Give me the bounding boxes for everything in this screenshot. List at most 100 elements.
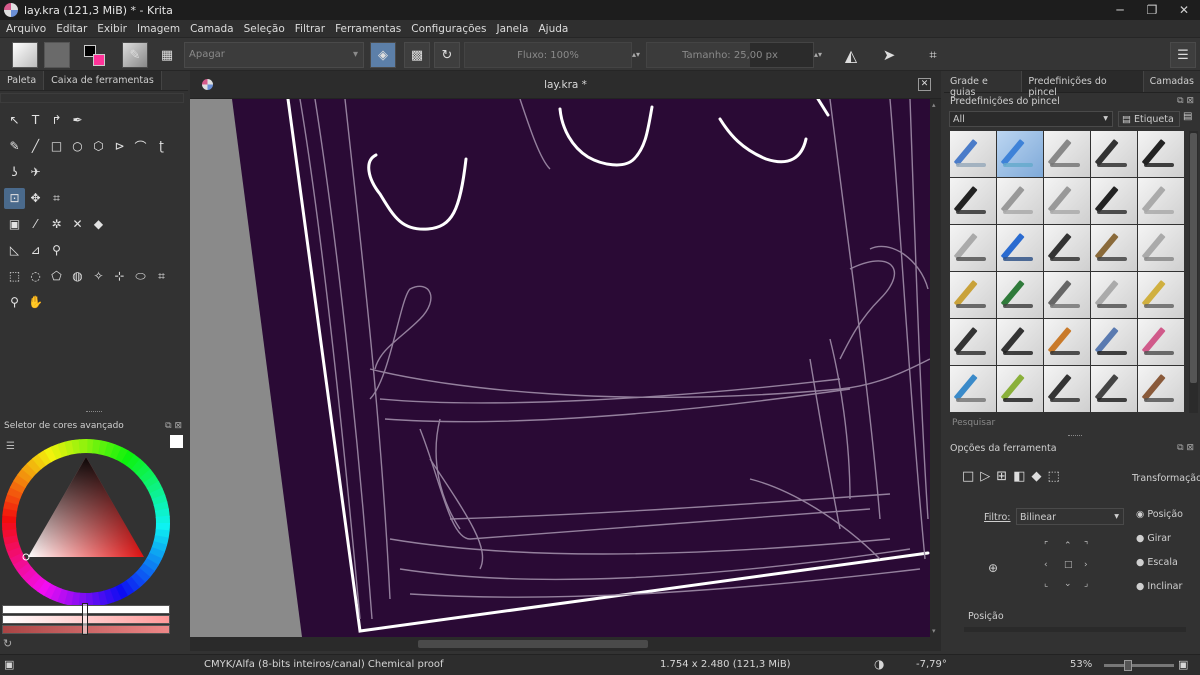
brush-preset-13[interactable] xyxy=(1044,225,1090,271)
anchor-r-icon[interactable]: › xyxy=(1084,560,1104,579)
mirror-vertical-icon[interactable]: ➤ xyxy=(876,42,902,68)
brush-preset-26[interactable] xyxy=(950,366,996,412)
minimize-button[interactable]: ─ xyxy=(1104,0,1136,20)
polygon-tool-icon[interactable]: ⬡ xyxy=(88,136,109,157)
brush-preset-12[interactable] xyxy=(997,225,1043,271)
brush-preset-7[interactable] xyxy=(997,178,1043,224)
brush-preset-4[interactable] xyxy=(1091,131,1137,177)
ellipse-tool-icon[interactable]: ○ xyxy=(67,136,88,157)
mesh-icon[interactable]: ⬚ xyxy=(1048,469,1060,484)
line-tool-icon[interactable]: ╱ xyxy=(25,136,46,157)
perspective-icon[interactable]: ▷ xyxy=(980,469,990,484)
color-wheel[interactable] xyxy=(0,437,172,607)
blend-mode-select[interactable]: Apagar ▾ xyxy=(184,42,364,68)
similar-select-icon[interactable]: ⊹ xyxy=(109,266,130,287)
horizontal-scrollbar[interactable] xyxy=(190,637,941,651)
brush-preset-29[interactable] xyxy=(1091,366,1137,412)
magic-wand-icon[interactable]: ✧ xyxy=(88,266,109,287)
anchor-tl-icon[interactable]: ⌜ xyxy=(1044,541,1064,560)
menu-filtrar[interactable]: Filtrar xyxy=(295,23,325,35)
anchor-b-icon[interactable]: ⌄ xyxy=(1064,579,1084,598)
crop-icon[interactable]: ⌗ xyxy=(920,42,946,68)
brush-preset-18[interactable] xyxy=(1044,272,1090,318)
tag-button[interactable]: ▤ Etiqueta xyxy=(1118,111,1180,127)
anchor-point-grid[interactable]: ⌜ ⌃ ⌝ ‹ □ › ⌞ ⌄ ⌟ xyxy=(1044,541,1104,599)
tab-paleta[interactable]: Paleta xyxy=(0,71,43,90)
drawing-surface[interactable] xyxy=(190,99,930,637)
cage-icon[interactable]: ◧ xyxy=(1013,469,1025,484)
crosshair-icon[interactable]: ⊕ xyxy=(988,561,998,575)
image-size[interactable]: 1.754 x 2.480 (121,3 MiB) xyxy=(660,659,791,670)
dock-controls-icon[interactable]: ⧉ ⊠ xyxy=(165,421,182,431)
zoom-tool-icon[interactable]: ⚲ xyxy=(4,292,25,313)
brush-preset-8[interactable] xyxy=(1044,178,1090,224)
crop-tool-icon[interactable]: ⌗ xyxy=(46,188,67,209)
move-tool-icon[interactable]: ✥ xyxy=(25,188,46,209)
rotation-dial-icon[interactable]: ◑ xyxy=(874,657,884,671)
transform-tool-icon[interactable]: ⊡ xyxy=(4,187,25,209)
magnetic-select-icon[interactable]: ⌗ xyxy=(151,266,172,287)
color-space[interactable]: CMYK/Alfa (8-bits inteiros/canal) Chemic… xyxy=(204,659,443,670)
brush-preset-22[interactable] xyxy=(997,319,1043,365)
brush-preset-27[interactable] xyxy=(997,366,1043,412)
refresh-icon[interactable]: ↻ xyxy=(3,637,12,650)
measure-tool-icon[interactable]: ◺ xyxy=(4,240,25,261)
gradient-swatch[interactable] xyxy=(12,42,38,68)
menu-editar[interactable]: Editar xyxy=(56,23,87,35)
anchor-c-icon[interactable]: □ xyxy=(1064,560,1084,579)
mirror-horizontal-icon[interactable]: ◭ xyxy=(838,42,864,68)
brush-preset-21[interactable] xyxy=(950,319,996,365)
brush-preset-10[interactable] xyxy=(1138,178,1184,224)
anchor-bl-icon[interactable]: ⌞ xyxy=(1044,579,1064,598)
menu-exibir[interactable]: Exibir xyxy=(97,23,127,35)
brush-preset-2[interactable] xyxy=(997,131,1043,177)
brush-preset-25[interactable] xyxy=(1138,319,1184,365)
dock-splitter[interactable] xyxy=(1068,435,1082,437)
polyline-tool-icon[interactable]: ⊳ xyxy=(109,136,130,157)
calligraphy-icon[interactable]: ✒ xyxy=(67,110,88,131)
text-tool-icon[interactable]: T xyxy=(25,110,46,131)
brush-preset-17[interactable] xyxy=(997,272,1043,318)
brush-preset-11[interactable] xyxy=(950,225,996,271)
preserve-alpha-icon[interactable]: ▩ xyxy=(404,42,430,68)
close-button[interactable]: ✕ xyxy=(1168,0,1200,20)
canvas[interactable] xyxy=(190,99,930,637)
filter-select[interactable]: Bilinear ▾ xyxy=(1016,508,1124,525)
brush-preset-28[interactable] xyxy=(1044,366,1090,412)
freehand-brush-icon[interactable]: ✎ xyxy=(4,136,25,157)
fill-tool-icon[interactable]: ◆ xyxy=(88,214,109,235)
assistant-tool-icon[interactable]: ✕ xyxy=(67,214,88,235)
smart-patch-icon[interactable]: ✲ xyxy=(46,214,67,235)
rectangle-tool-icon[interactable]: □ xyxy=(46,136,67,157)
tab-predefinicoes-do-pincel[interactable]: Predefinições do pincel xyxy=(1021,71,1144,98)
flow-spin-icon[interactable]: ▴▾ xyxy=(632,42,642,68)
bezier-select-icon[interactable]: ⬭ xyxy=(130,266,151,287)
size-slider[interactable]: Tamanho: 25,00 px xyxy=(646,42,814,68)
reload-preset-icon[interactable]: ↻ xyxy=(434,42,460,68)
menu-configuracoes[interactable]: Configurações xyxy=(411,23,486,35)
tab-grade-e-guias[interactable]: Grade e guias xyxy=(944,71,1021,98)
brush-preset-icon[interactable]: ✎ xyxy=(122,42,148,68)
brush-preset-15[interactable] xyxy=(1138,225,1184,271)
liquify-icon[interactable]: ◆ xyxy=(1032,469,1042,484)
dock-controls-icon[interactable]: ⧉ ⊠ xyxy=(1177,443,1194,453)
dock-splitter[interactable] xyxy=(86,411,102,413)
docker-menu-icon[interactable]: ☰ xyxy=(1170,42,1196,68)
scroll-up-icon[interactable]: ▴ xyxy=(932,101,936,109)
document-tab[interactable]: lay.kra * xyxy=(190,79,941,91)
pan-tool-icon[interactable]: ✋ xyxy=(25,292,46,313)
gradient-tool-icon[interactable]: ▣ xyxy=(4,214,25,235)
multibrush-icon[interactable]: ✈ xyxy=(25,162,46,183)
slider-handle[interactable] xyxy=(82,603,88,635)
dynamic-brush-icon[interactable]: ʖ xyxy=(4,162,25,183)
horizontal-scroll-thumb[interactable] xyxy=(418,640,648,648)
flow-slider[interactable]: Fluxo: 100% xyxy=(464,42,632,68)
brush-preset-23[interactable] xyxy=(1044,319,1090,365)
menu-imagem[interactable]: Imagem xyxy=(137,23,180,35)
free-transform-icon[interactable]: □ xyxy=(962,469,974,484)
fg-bg-color-icon[interactable] xyxy=(82,42,110,68)
reference-pin-icon[interactable]: ⚲ xyxy=(46,240,67,261)
freehand-path-icon[interactable]: ʈ xyxy=(151,136,172,157)
brush-preset-9[interactable] xyxy=(1091,178,1137,224)
mode-posicao[interactable]: ◉ Posição xyxy=(1136,509,1183,520)
